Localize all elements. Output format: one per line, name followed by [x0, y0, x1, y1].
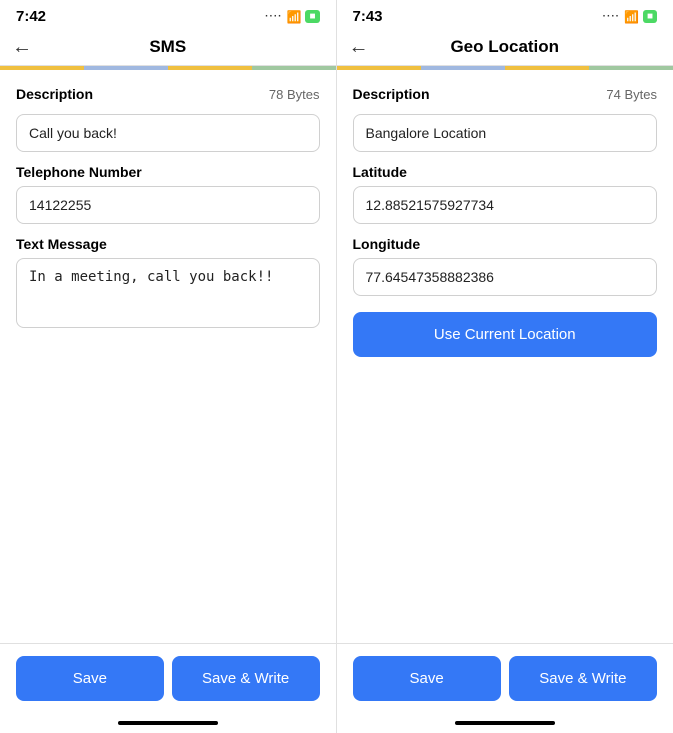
geo-description-label: Description	[353, 86, 430, 102]
geo-description-row: Description 74 Bytes	[353, 86, 658, 102]
geo-description-input[interactable]	[353, 114, 658, 152]
sms-wifi-icon: 📶	[287, 10, 302, 24]
sms-nav-title: SMS	[149, 37, 186, 57]
geo-bytes-label: 74 Bytes	[606, 87, 657, 102]
sms-status-icons: ···· 📶 ■	[265, 10, 319, 24]
geo-save-button[interactable]: Save	[353, 656, 501, 701]
sms-bottom-buttons: Save Save & Write	[0, 643, 336, 713]
geo-home-indicator	[337, 713, 673, 733]
sms-back-button[interactable]: ←	[12, 36, 32, 59]
geo-content: Description 74 Bytes Latitude Longitude …	[337, 70, 673, 643]
sms-home-indicator	[0, 713, 336, 733]
sms-description-label: Description	[16, 86, 93, 102]
sms-description-input[interactable]	[16, 114, 320, 152]
sms-battery-icon: ■	[305, 10, 319, 23]
geo-wifi-icon: 📶	[624, 10, 639, 24]
geo-latitude-label: Latitude	[353, 164, 658, 180]
geo-use-location-button[interactable]: Use Current Location	[353, 312, 658, 357]
sms-bytes-label: 78 Bytes	[269, 87, 320, 102]
sms-status-bar: 7:42 ···· 📶 ■	[0, 0, 336, 29]
sms-nav-bar: ← SMS	[0, 29, 336, 66]
sms-time: 7:42	[16, 8, 46, 25]
geo-bottom-buttons: Save Save & Write	[337, 643, 673, 713]
sms-save-write-button[interactable]: Save & Write	[172, 656, 320, 701]
sms-telephone-label: Telephone Number	[16, 164, 320, 180]
sms-home-bar	[118, 721, 218, 725]
sms-screen: 7:42 ···· 📶 ■ ← SMS Description 78 Bytes…	[0, 0, 337, 733]
sms-text-message-label: Text Message	[16, 236, 320, 252]
geo-status-bar: 7:43 ···· 📶 ■	[337, 0, 673, 29]
sms-content: Description 78 Bytes Telephone Number Te…	[0, 70, 336, 643]
geo-nav-bar: ← Geo Location	[337, 29, 673, 66]
sms-text-message-input[interactable]: In a meeting, call you back!!	[16, 258, 320, 328]
geo-nav-title: Geo Location	[450, 37, 559, 57]
geo-save-write-button[interactable]: Save & Write	[509, 656, 657, 701]
geo-signal-icon: ····	[603, 11, 620, 22]
geo-longitude-input[interactable]	[353, 258, 658, 296]
geo-back-button[interactable]: ←	[349, 36, 369, 59]
geo-status-icons: ···· 📶 ■	[603, 10, 657, 24]
geo-home-bar	[455, 721, 555, 725]
sms-description-row: Description 78 Bytes	[16, 86, 320, 102]
sms-signal-icon: ····	[265, 11, 282, 22]
geo-battery-icon: ■	[643, 10, 657, 23]
geo-screen: 7:43 ···· 📶 ■ ← Geo Location Description…	[337, 0, 673, 733]
geo-time: 7:43	[353, 8, 383, 25]
sms-telephone-input[interactable]	[16, 186, 320, 224]
geo-longitude-label: Longitude	[353, 236, 658, 252]
sms-save-button[interactable]: Save	[16, 656, 164, 701]
geo-latitude-input[interactable]	[353, 186, 658, 224]
